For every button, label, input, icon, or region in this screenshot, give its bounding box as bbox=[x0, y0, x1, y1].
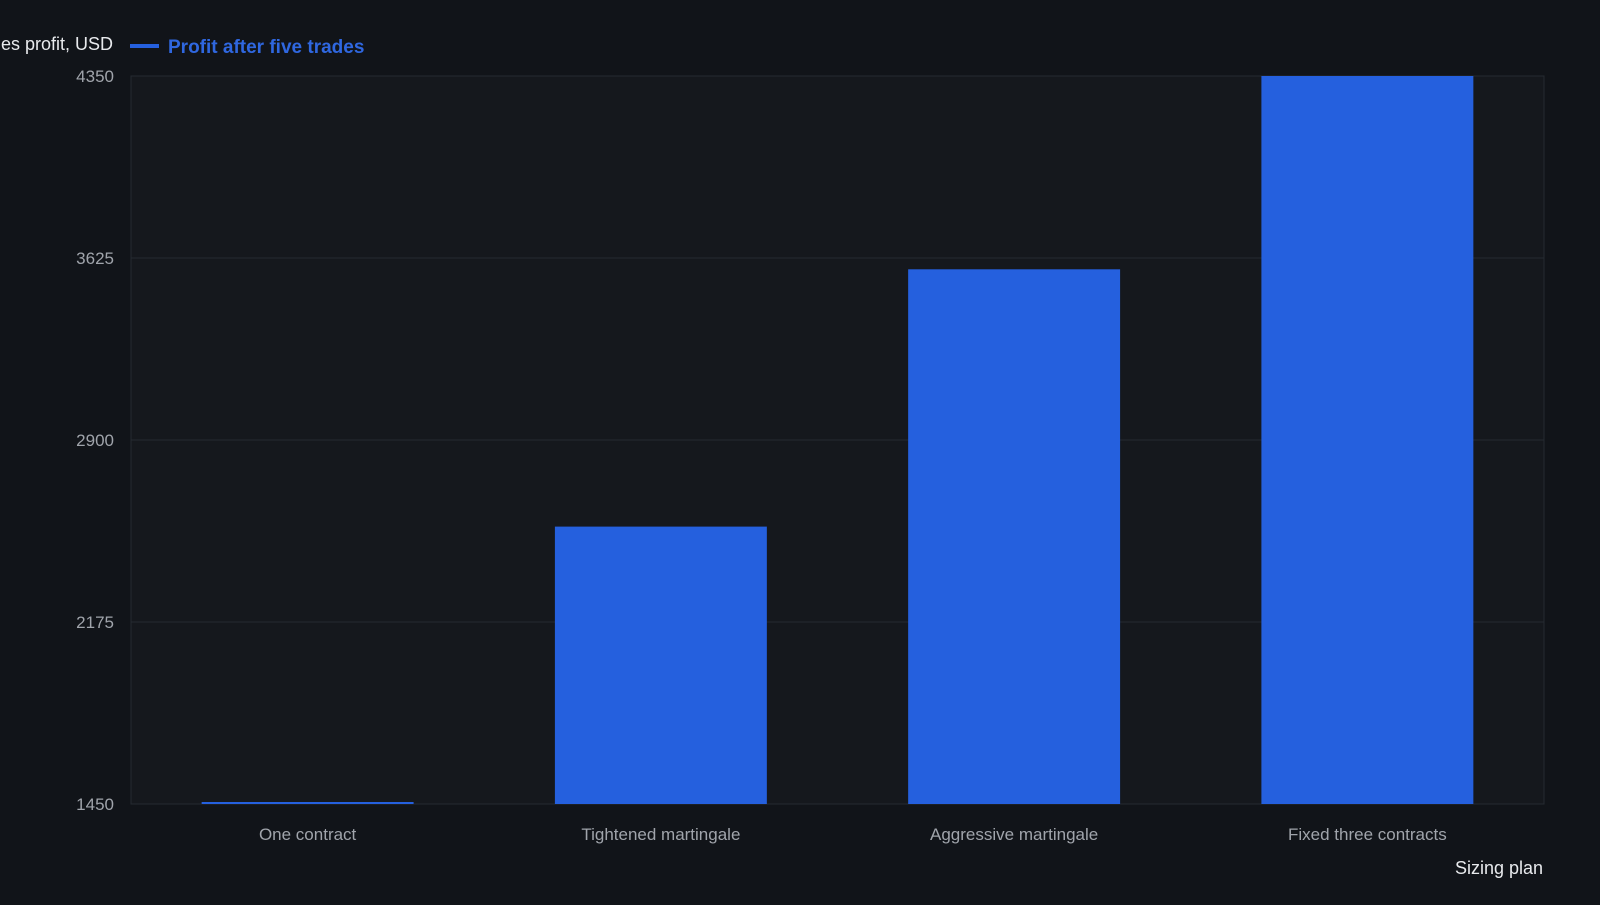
legend-label[interactable]: Profit after five trades bbox=[168, 37, 364, 58]
chart-container: 4350 3625 2900 2175 1450 One contract Tighten… bbox=[0, 0, 1600, 900]
bar[interactable] bbox=[1261, 76, 1474, 804]
y-tick-label: 1450 bbox=[76, 795, 114, 814]
bar[interactable] bbox=[201, 802, 414, 804]
y-tick-label: 3625 bbox=[76, 249, 114, 268]
y-tick-label: 4350 bbox=[76, 67, 114, 86]
x-axis-ticks: One contract Tightened martingale Aggressi… bbox=[259, 825, 1447, 844]
y-axis-label: es profit, USD bbox=[1, 34, 113, 54]
x-tick-label: Fixed three contracts bbox=[1288, 825, 1447, 844]
bar[interactable] bbox=[554, 526, 767, 804]
y-axis-ticks: 4350 3625 2900 2175 1450 bbox=[76, 67, 114, 814]
x-tick-label: Tightened martingale bbox=[581, 825, 740, 844]
bar-chart: 4350 3625 2900 2175 1450 One contract Tighten… bbox=[1, 34, 1545, 878]
y-tick-label: 2175 bbox=[76, 613, 114, 632]
x-axis-label: Sizing plan bbox=[1455, 858, 1543, 878]
legend: Profit after five trades bbox=[130, 37, 364, 58]
x-tick-label: One contract bbox=[259, 825, 357, 844]
y-tick-label: 2900 bbox=[76, 431, 114, 450]
bar[interactable] bbox=[908, 269, 1121, 805]
x-tick-label: Aggressive martingale bbox=[930, 825, 1098, 844]
